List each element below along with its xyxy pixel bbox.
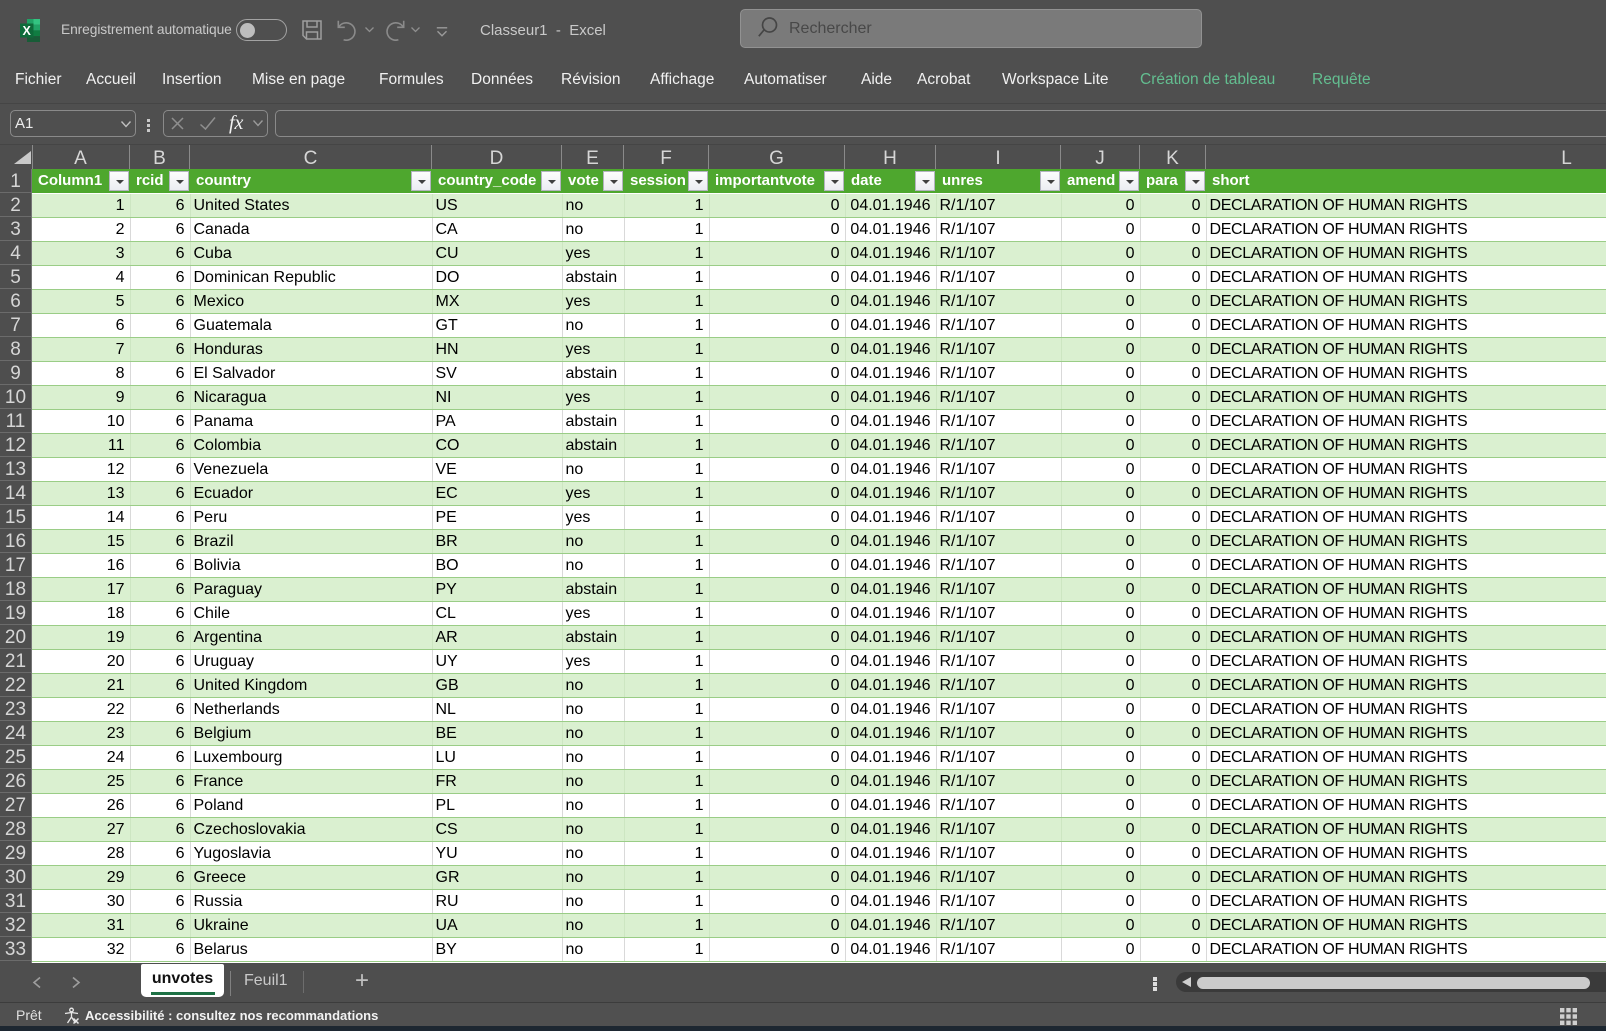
svg-text:X: X xyxy=(23,24,32,38)
